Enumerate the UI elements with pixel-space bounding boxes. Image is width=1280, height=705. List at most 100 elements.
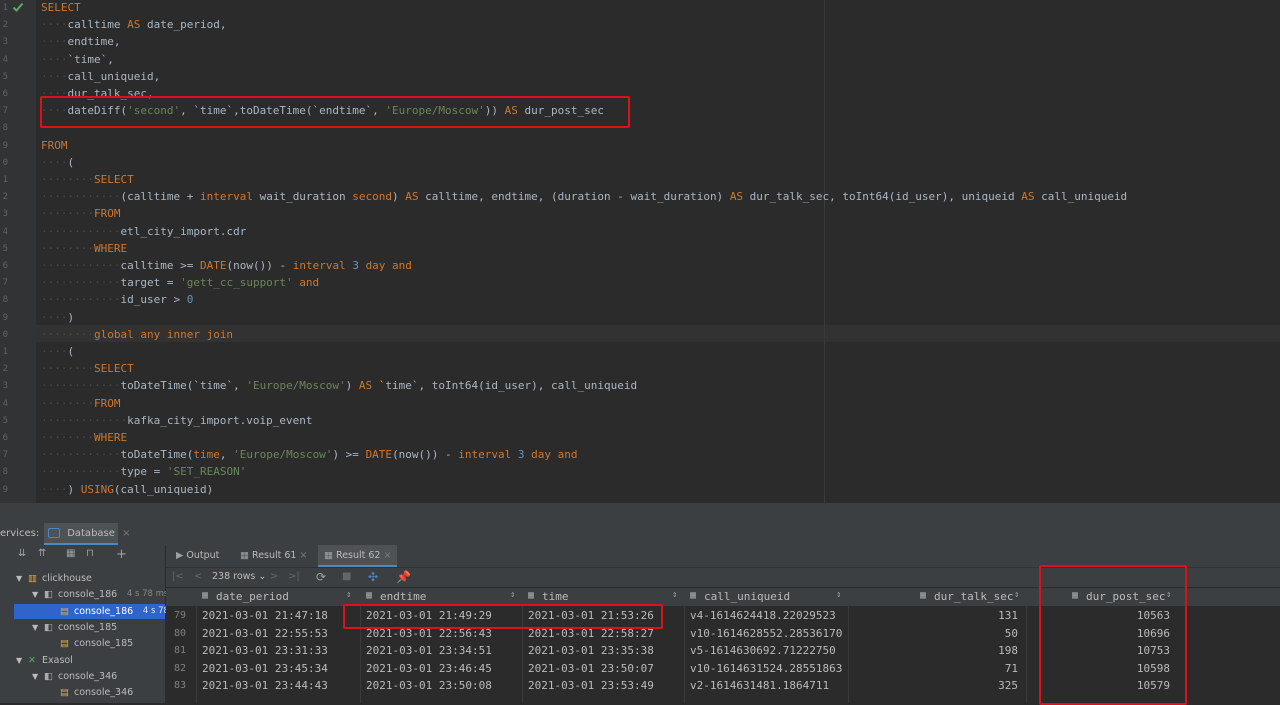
line-number: 4 (2, 226, 8, 237)
code-token: ···· (41, 18, 68, 32)
code-token: ) >= (332, 448, 366, 462)
line-number: 4 (2, 54, 8, 65)
sql-file-icon: ▤ (60, 605, 69, 617)
sort-icon[interactable]: ⇕ (1014, 590, 1019, 600)
table-cell-date-period[interactable]: 2021-03-01 21:47:18 (202, 609, 328, 622)
collapse-all-icon[interactable]: ⇈ (38, 548, 46, 559)
table-cell-date-period[interactable]: 2021-03-01 23:45:34 (202, 662, 328, 675)
code-token: ( (67, 345, 75, 358)
code-line: ············id_user > 0 (41, 293, 193, 306)
table-cell-date-period[interactable]: 2021-03-01 23:44:43 (202, 679, 328, 692)
filter-icon[interactable]: ⊓ (86, 548, 94, 559)
sort-icon[interactable]: ⇕ (510, 590, 515, 600)
last-page-icon[interactable]: >| (288, 571, 300, 582)
table-cell-dur-talk-sec[interactable]: 325 (850, 679, 1018, 692)
column-header-date-period[interactable]: ▦ date_period ⇕ (198, 590, 360, 604)
code-token: kafka_city_import.voip_event (127, 413, 313, 427)
next-page-icon[interactable]: > (270, 571, 278, 582)
table-cell-dur-talk-sec[interactable]: 131 (850, 609, 1018, 622)
line-number: 5 (2, 71, 8, 82)
table-cell-date-period[interactable]: 2021-03-01 22:55:53 (202, 627, 328, 640)
code-line: ········SELECT (41, 173, 134, 186)
sort-icon[interactable]: ⇕ (836, 590, 841, 600)
table-cell-time[interactable]: 2021-03-01 23:53:49 (528, 679, 654, 692)
pin-icon[interactable]: 📌 (396, 570, 411, 584)
expand-all-icon[interactable]: ⇊ (18, 548, 26, 559)
table-cell-endtime[interactable]: 2021-03-01 23:34:51 (366, 644, 492, 657)
column-icon: ▦ (366, 590, 373, 601)
table-cell-time[interactable]: 2021-03-01 23:50:07 (528, 662, 654, 675)
table-cell-time[interactable]: 2021-03-01 23:35:38 (528, 644, 654, 657)
chevron-down-icon[interactable]: ▼ (32, 669, 38, 684)
prev-page-icon[interactable]: < (194, 571, 202, 582)
line-number: 1 (2, 3, 8, 13)
panel-divider[interactable] (0, 503, 1280, 523)
clickhouse-icon: ▥ (28, 573, 37, 584)
table-cell-call-uniqueid[interactable]: v10-1614631524.28551863 (690, 662, 842, 675)
chevron-down-icon[interactable]: ▼ (16, 653, 22, 668)
chevron-down-icon[interactable]: ▼ (32, 587, 38, 602)
code-token: ···· (41, 69, 68, 83)
chevron-down-icon[interactable]: ▼ (32, 620, 38, 635)
tab-result-61[interactable]: ▦ Result 61 × (240, 545, 307, 567)
code-token: date_period, (140, 18, 227, 32)
sort-icon[interactable]: ⇕ (346, 590, 351, 600)
table-cell-call-uniqueid[interactable]: v10-1614628552.28536170 (690, 627, 842, 640)
code-token: (call_uniqueid) (113, 482, 214, 496)
line-number: 4 (2, 398, 8, 409)
code-line: ····calltime AS date_period, (41, 18, 226, 31)
column-header-dur-talk-sec[interactable]: ▦ dur_talk_sec ⇕ (850, 590, 1028, 604)
table-cell-dur-talk-sec[interactable]: 71 (850, 662, 1018, 675)
refresh-icon[interactable]: ⟳ (316, 570, 326, 584)
sort-icon[interactable]: ⇕ (672, 590, 677, 600)
table-cell-call-uniqueid[interactable]: v5-1614630692.71222750 (690, 644, 836, 657)
table-cell-dur-talk-sec[interactable]: 198 (850, 644, 1018, 657)
first-page-icon[interactable]: |< (172, 571, 184, 582)
tab-result-62[interactable]: ▦ Result 62 × (318, 545, 398, 567)
code-token: `time`, toInt64(id_user), call_uniqueid (372, 379, 638, 393)
close-icon[interactable]: × (122, 528, 130, 539)
tab-database[interactable]: Database × (44, 523, 130, 545)
tree-item-clickhouse[interactable]: ▼ ▥ clickhouse (0, 571, 165, 586)
right-margin-guide (824, 0, 825, 503)
tree-item-console-346[interactable]: ▼ ◧ console_346 (0, 669, 165, 684)
table-cell-dur-talk-sec[interactable]: 50 (850, 627, 1018, 640)
tree-item-console-346[interactable]: ▤ console_346 (0, 685, 165, 700)
table-cell-endtime[interactable]: 2021-03-01 23:50:08 (366, 679, 492, 692)
sql-editor[interactable]: 12345678901234567890123456789 SELECT ····… (0, 0, 1280, 503)
code-token: ········ (41, 173, 94, 186)
add-icon[interactable]: + (116, 547, 127, 562)
stop-icon[interactable]: ■ (342, 571, 351, 582)
line-number: 9 (2, 312, 8, 323)
close-icon[interactable]: × (300, 550, 308, 561)
table-cell-call-uniqueid[interactable]: v2-1614631481.1864711 (690, 679, 829, 692)
column-header-call-uniqueid[interactable]: ▦ call_uniqueid ⇕ (686, 590, 850, 604)
code-token: 3 (352, 259, 359, 272)
column-header-endtime[interactable]: ▦ endtime ⇕ (362, 590, 524, 604)
row-number: 79 (174, 610, 187, 621)
column-header-time[interactable]: ▦ time ⇕ (524, 590, 686, 604)
compare-icon[interactable]: ✣ (368, 570, 378, 584)
code-token: ············ (41, 190, 121, 204)
tree-item-console-185[interactable]: ▤ console_185 (0, 636, 165, 651)
table-cell-endtime[interactable]: 2021-03-01 23:46:45 (366, 662, 492, 675)
tree-item-console-185[interactable]: ▼ ◧ console_185 (0, 620, 165, 635)
tree-item-exasol[interactable]: ▼ ✕ Exasol (0, 653, 165, 668)
tab-database-label: Database (67, 528, 115, 539)
line-number: 6 (2, 433, 8, 443)
table-cell-date-period[interactable]: 2021-03-01 23:31:33 (202, 644, 328, 657)
close-icon[interactable]: × (384, 550, 392, 561)
code-line: ········FROM (41, 397, 120, 410)
line-number: 1 (2, 175, 8, 185)
group-icon[interactable]: ▦ (66, 548, 75, 559)
tree-item-console-186[interactable]: ▼ ◧ console_186 4 s 78 ms (0, 587, 168, 602)
tab-output[interactable]: ▶ Output (176, 545, 219, 567)
table-cell-call-uniqueid[interactable]: v4-1614624418.22029523 (690, 609, 836, 622)
chevron-down-icon[interactable]: ▼ (16, 571, 22, 586)
code-token: USING (80, 482, 114, 496)
tree-item-console-186[interactable]: ▤ console_186 4 s 78 m (14, 603, 180, 619)
line-number: 7 (2, 450, 8, 461)
rows-count-dropdown[interactable]: 238 rows ⌄ (212, 571, 266, 582)
code-token: ···· (41, 482, 68, 496)
tree-item-label: console_346 (74, 687, 134, 699)
